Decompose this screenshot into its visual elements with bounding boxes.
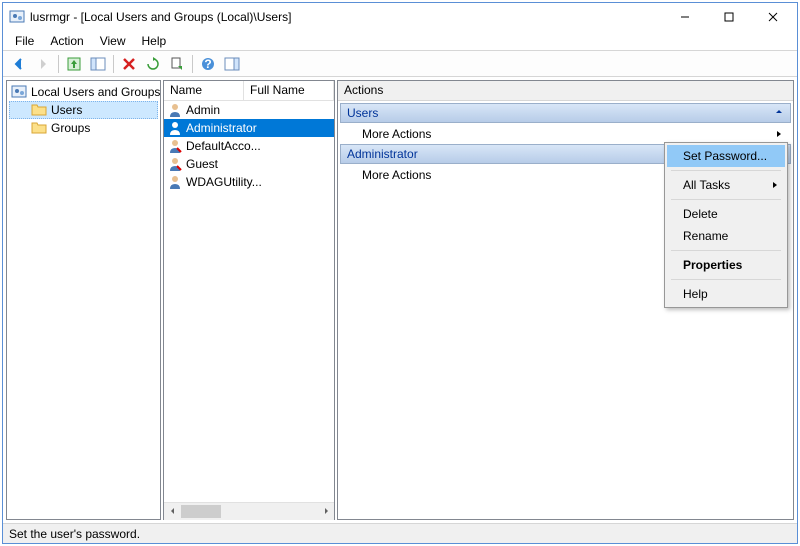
- scroll-left-button[interactable]: [164, 503, 181, 520]
- list-row-label: WDAGUtility...: [186, 175, 262, 189]
- menu-view[interactable]: View: [92, 32, 134, 50]
- tree-users-label: Users: [51, 103, 82, 117]
- action-more-users[interactable]: More Actions: [340, 124, 791, 144]
- section-label: Users: [347, 106, 774, 120]
- tree-groups-label: Groups: [51, 121, 90, 135]
- folder-icon: [31, 120, 47, 136]
- toolbar-separator: [58, 55, 59, 73]
- list-row-label: Guest: [186, 157, 218, 171]
- window-controls: [663, 3, 795, 31]
- ctx-help[interactable]: Help: [667, 283, 785, 305]
- ctx-label: Delete: [683, 207, 718, 221]
- list-panel: Name Full Name Admin Administrator Defau…: [163, 80, 335, 520]
- col-fullname[interactable]: Full Name: [244, 81, 334, 100]
- list-row-administrator[interactable]: Administrator: [164, 119, 334, 137]
- statusbar: Set the user's password.: [3, 523, 797, 543]
- up-button[interactable]: [63, 53, 85, 75]
- list-row-admin[interactable]: Admin: [164, 101, 334, 119]
- menu-help[interactable]: Help: [134, 32, 175, 50]
- app-icon: [9, 9, 25, 25]
- maximize-button[interactable]: [707, 3, 751, 31]
- back-button[interactable]: [8, 53, 30, 75]
- help-button[interactable]: ?: [197, 53, 219, 75]
- delete-button[interactable]: [118, 53, 140, 75]
- scroll-thumb[interactable]: [181, 505, 221, 518]
- list-row-label: DefaultAcco...: [186, 139, 261, 153]
- close-button[interactable]: [751, 3, 795, 31]
- toolbar-separator: [192, 55, 193, 73]
- submenu-arrow-icon: [775, 127, 783, 141]
- user-icon: [167, 120, 183, 136]
- ctx-delete[interactable]: Delete: [667, 203, 785, 225]
- svg-text:?: ?: [204, 57, 211, 71]
- minimize-button[interactable]: [663, 3, 707, 31]
- user-icon: [167, 138, 183, 154]
- user-icon: [167, 156, 183, 172]
- ctx-label: Set Password...: [683, 149, 767, 163]
- window-title: lusrmgr - [Local Users and Groups (Local…: [30, 10, 663, 24]
- folder-icon: [31, 102, 47, 118]
- scroll-right-button[interactable]: [317, 503, 334, 520]
- list-row-default[interactable]: DefaultAcco...: [164, 137, 334, 155]
- menubar: File Action View Help: [3, 31, 797, 51]
- menu-action[interactable]: Action: [42, 32, 91, 50]
- menu-separator: [671, 250, 781, 251]
- users-groups-icon: [11, 84, 27, 100]
- show-hide-action-pane-button[interactable]: [221, 53, 243, 75]
- submenu-arrow-icon: [771, 178, 779, 192]
- action-label: More Actions: [362, 127, 431, 141]
- col-name[interactable]: Name: [164, 81, 244, 100]
- ctx-label: Help: [683, 287, 708, 301]
- list-row-wdag[interactable]: WDAGUtility...: [164, 173, 334, 191]
- ctx-set-password[interactable]: Set Password...: [667, 145, 785, 167]
- ctx-label: All Tasks: [683, 178, 730, 192]
- toolbar: ?: [3, 51, 797, 77]
- tree-root[interactable]: Local Users and Groups (Local): [9, 83, 158, 101]
- tree-item-users[interactable]: Users: [9, 101, 158, 119]
- forward-button[interactable]: [32, 53, 54, 75]
- user-icon: [167, 102, 183, 118]
- menu-file[interactable]: File: [7, 32, 42, 50]
- menu-separator: [671, 279, 781, 280]
- toolbar-separator: [113, 55, 114, 73]
- show-hide-tree-button[interactable]: [87, 53, 109, 75]
- collapse-icon: [774, 106, 784, 120]
- actions-header: Actions: [338, 81, 793, 101]
- actions-section-users[interactable]: Users: [340, 103, 791, 123]
- ctx-label: Properties: [683, 258, 742, 272]
- ctx-all-tasks[interactable]: All Tasks: [667, 174, 785, 196]
- tree-root-label: Local Users and Groups (Local): [31, 85, 161, 99]
- tree-item-groups[interactable]: Groups: [9, 119, 158, 137]
- list-header: Name Full Name: [164, 81, 334, 101]
- user-icon: [167, 174, 183, 190]
- status-text: Set the user's password.: [9, 527, 140, 541]
- list-row-label: Admin: [186, 103, 220, 117]
- refresh-button[interactable]: [142, 53, 164, 75]
- ctx-rename[interactable]: Rename: [667, 225, 785, 247]
- ctx-label: Rename: [683, 229, 728, 243]
- list-body: Admin Administrator DefaultAcco... Guest…: [164, 101, 334, 502]
- menu-separator: [671, 170, 781, 171]
- scroll-track[interactable]: [181, 503, 317, 520]
- export-button[interactable]: [166, 53, 188, 75]
- context-menu: Set Password... All Tasks Delete Rename …: [664, 142, 788, 308]
- list-row-guest[interactable]: Guest: [164, 155, 334, 173]
- horizontal-scrollbar[interactable]: [164, 502, 334, 519]
- action-label: More Actions: [362, 168, 431, 182]
- titlebar: lusrmgr - [Local Users and Groups (Local…: [3, 3, 797, 31]
- list-row-label: Administrator: [186, 121, 257, 135]
- ctx-properties[interactable]: Properties: [667, 254, 785, 276]
- tree-panel: Local Users and Groups (Local) Users Gro…: [6, 80, 161, 520]
- menu-separator: [671, 199, 781, 200]
